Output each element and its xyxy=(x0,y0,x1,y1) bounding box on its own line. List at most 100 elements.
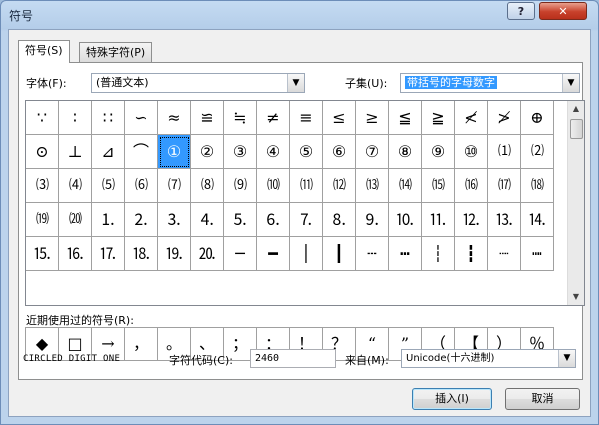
symbol-cell[interactable]: ⒊ xyxy=(158,203,191,237)
symbol-cell[interactable]: ⒓ xyxy=(455,203,488,237)
symbol-cell[interactable]: ⑽ xyxy=(257,169,290,203)
symbol-cell[interactable]: ━ xyxy=(257,237,290,271)
title-bar[interactable]: 符号 ? ✕ xyxy=(1,1,598,29)
symbol-cell[interactable]: ⒌ xyxy=(224,203,257,237)
symbol-cell[interactable]: ⒐ xyxy=(356,203,389,237)
symbol-cell[interactable]: ⑸ xyxy=(92,169,125,203)
symbol-cell[interactable]: ┉ xyxy=(521,237,554,271)
symbol-cell[interactable]: ⒔ xyxy=(488,203,521,237)
symbol-cell[interactable]: ③ xyxy=(224,135,257,169)
symbol-cell[interactable]: ┄ xyxy=(356,237,389,271)
symbol-cell[interactable]: ⑹ xyxy=(125,169,158,203)
symbol-cell[interactable]: ⑦ xyxy=(356,135,389,169)
insert-button[interactable]: 插入(I) xyxy=(412,388,492,410)
symbol-cell[interactable]: │ xyxy=(290,237,323,271)
symbol-cell[interactable]: ┆ xyxy=(422,237,455,271)
symbol-cell[interactable]: ∶ xyxy=(59,101,92,135)
chevron-down-icon[interactable]: ▼ xyxy=(558,350,575,367)
symbol-cell[interactable]: ⌒ xyxy=(125,135,158,169)
scroll-thumb[interactable] xyxy=(570,119,583,139)
symbol-cell[interactable]: ⑷ xyxy=(59,169,92,203)
symbol-cell[interactable]: ─ xyxy=(224,237,257,271)
symbol-cell[interactable]: ⑥ xyxy=(323,135,356,169)
symbol-cell[interactable]: ∷ xyxy=(92,101,125,135)
symbol-cell[interactable]: ⑴ xyxy=(488,135,521,169)
symbol-cell[interactable]: ⑻ xyxy=(191,169,224,203)
symbol-cell[interactable]: ⑼ xyxy=(224,169,257,203)
symbol-cell[interactable]: ⊙ xyxy=(26,135,59,169)
symbol-cell[interactable]: ⊕ xyxy=(521,101,554,135)
symbol-cell[interactable]: ⒍ xyxy=(257,203,290,237)
symbol-cell[interactable]: ⑿ xyxy=(323,169,356,203)
symbol-cell[interactable]: ⒘ xyxy=(92,237,125,271)
font-select[interactable]: (普通文本) ▼ xyxy=(91,73,305,93)
symbol-cell[interactable]: ┈ xyxy=(488,237,521,271)
help-button[interactable]: ? xyxy=(507,2,535,20)
symbol-cell[interactable]: ⒆ xyxy=(26,203,59,237)
symbol-cell[interactable]: ⒚ xyxy=(158,237,191,271)
symbol-cell[interactable]: ≯ xyxy=(488,101,521,135)
symbol-cell[interactable]: ∵ xyxy=(26,101,59,135)
symbol-cell[interactable]: ∽ xyxy=(125,101,158,135)
symbol-cell[interactable]: ⒛ xyxy=(191,237,224,271)
symbol-cell[interactable]: ⒉ xyxy=(125,203,158,237)
symbol-grid-container: ∵ ∶ ∷ ∽ ≈ ≌ ≒ ≠ ≡ ≤ ≥ ≦ ≧ ≮ ≯ ⊕ ⊙ ⊥ ⊿ ⌒ ① ② ③ ④ ⑤ ⑥ ⑦ ⑧ ⑨ ⑩ ⑴ ⑵ ⑶ ⑷ ⑸ ⑹ ⑺ ⑻ ⑼ ⑽… xyxy=(25,100,585,306)
symbol-cell[interactable]: ≠ xyxy=(257,101,290,135)
symbol-cell[interactable]: ≧ xyxy=(422,101,455,135)
symbol-cell[interactable]: ≤ xyxy=(323,101,356,135)
symbol-cell[interactable]: ⑧ xyxy=(389,135,422,169)
symbol-cell[interactable]: ⒋ xyxy=(191,203,224,237)
symbol-cell[interactable]: ≦ xyxy=(389,101,422,135)
symbol-cell[interactable]: ④ xyxy=(257,135,290,169)
symbol-cell[interactable]: ⊥ xyxy=(59,135,92,169)
symbol-cell[interactable]: ⑨ xyxy=(422,135,455,169)
char-code-input[interactable]: 2460 xyxy=(250,349,336,368)
from-select[interactable]: Unicode(十六进制) ▼ xyxy=(401,349,576,368)
symbol-cell[interactable]: ⊿ xyxy=(92,135,125,169)
symbol-cell[interactable]: ⒖ xyxy=(26,237,59,271)
symbol-cell[interactable]: ⒒ xyxy=(422,203,455,237)
symbol-cell[interactable]: ≥ xyxy=(356,101,389,135)
symbol-cell[interactable]: ⑵ xyxy=(521,135,554,169)
cancel-button[interactable]: 取消 xyxy=(505,388,580,410)
symbol-cell[interactable]: ≡ xyxy=(290,101,323,135)
symbol-cell[interactable]: ≮ xyxy=(455,101,488,135)
tab-symbols[interactable]: 符号(S) xyxy=(18,40,70,63)
symbol-cell[interactable]: ⒗ xyxy=(59,237,92,271)
symbol-cell[interactable]: ⒕ xyxy=(521,203,554,237)
symbol-cell[interactable]: ⒃ xyxy=(455,169,488,203)
symbol-cell[interactable]: ⒙ xyxy=(125,237,158,271)
symbol-cell[interactable]: ⒈ xyxy=(92,203,125,237)
symbol-cell[interactable]: ① xyxy=(158,135,191,169)
symbol-cell[interactable]: ⒄ xyxy=(488,169,521,203)
symbol-cell[interactable]: ┃ xyxy=(323,237,356,271)
symbol-cell[interactable]: ⑩ xyxy=(455,135,488,169)
scroll-down-icon[interactable]: ▼ xyxy=(568,289,584,305)
symbol-cell[interactable]: ② xyxy=(191,135,224,169)
symbol-cell[interactable]: ⑾ xyxy=(290,169,323,203)
symbol-cell[interactable]: ⒁ xyxy=(389,169,422,203)
symbol-cell[interactable]: ⒑ xyxy=(389,203,422,237)
symbol-cell[interactable]: ≌ xyxy=(191,101,224,135)
symbol-cell[interactable]: ≒ xyxy=(224,101,257,135)
symbol-cell[interactable]: ⑶ xyxy=(26,169,59,203)
recent-symbol-cell[interactable]: ， xyxy=(125,328,158,361)
chevron-down-icon[interactable]: ▼ xyxy=(562,74,579,92)
symbol-cell[interactable]: ⒎ xyxy=(290,203,323,237)
symbol-cell[interactable]: ⒏ xyxy=(323,203,356,237)
symbol-cell[interactable]: ≈ xyxy=(158,101,191,135)
symbol-cell[interactable]: ⑤ xyxy=(290,135,323,169)
symbol-cell[interactable]: ┅ xyxy=(389,237,422,271)
close-button[interactable]: ✕ xyxy=(539,2,587,20)
symbol-cell[interactable]: ⒀ xyxy=(356,169,389,203)
symbol-cell[interactable]: ⑺ xyxy=(158,169,191,203)
scroll-up-icon[interactable]: ▲ xyxy=(568,101,584,117)
subset-select[interactable]: 带括号的字母数字 ▼ xyxy=(400,73,580,93)
symbol-grid-scrollbar[interactable]: ▲ ▼ xyxy=(567,101,584,305)
symbol-cell[interactable]: ⒇ xyxy=(59,203,92,237)
symbol-cell[interactable]: ⒅ xyxy=(521,169,554,203)
symbol-cell[interactable]: ┇ xyxy=(455,237,488,271)
tab-special-characters[interactable]: 特殊字符(P) xyxy=(79,42,153,62)
symbol-cell[interactable]: ⒂ xyxy=(422,169,455,203)
chevron-down-icon[interactable]: ▼ xyxy=(287,74,304,92)
